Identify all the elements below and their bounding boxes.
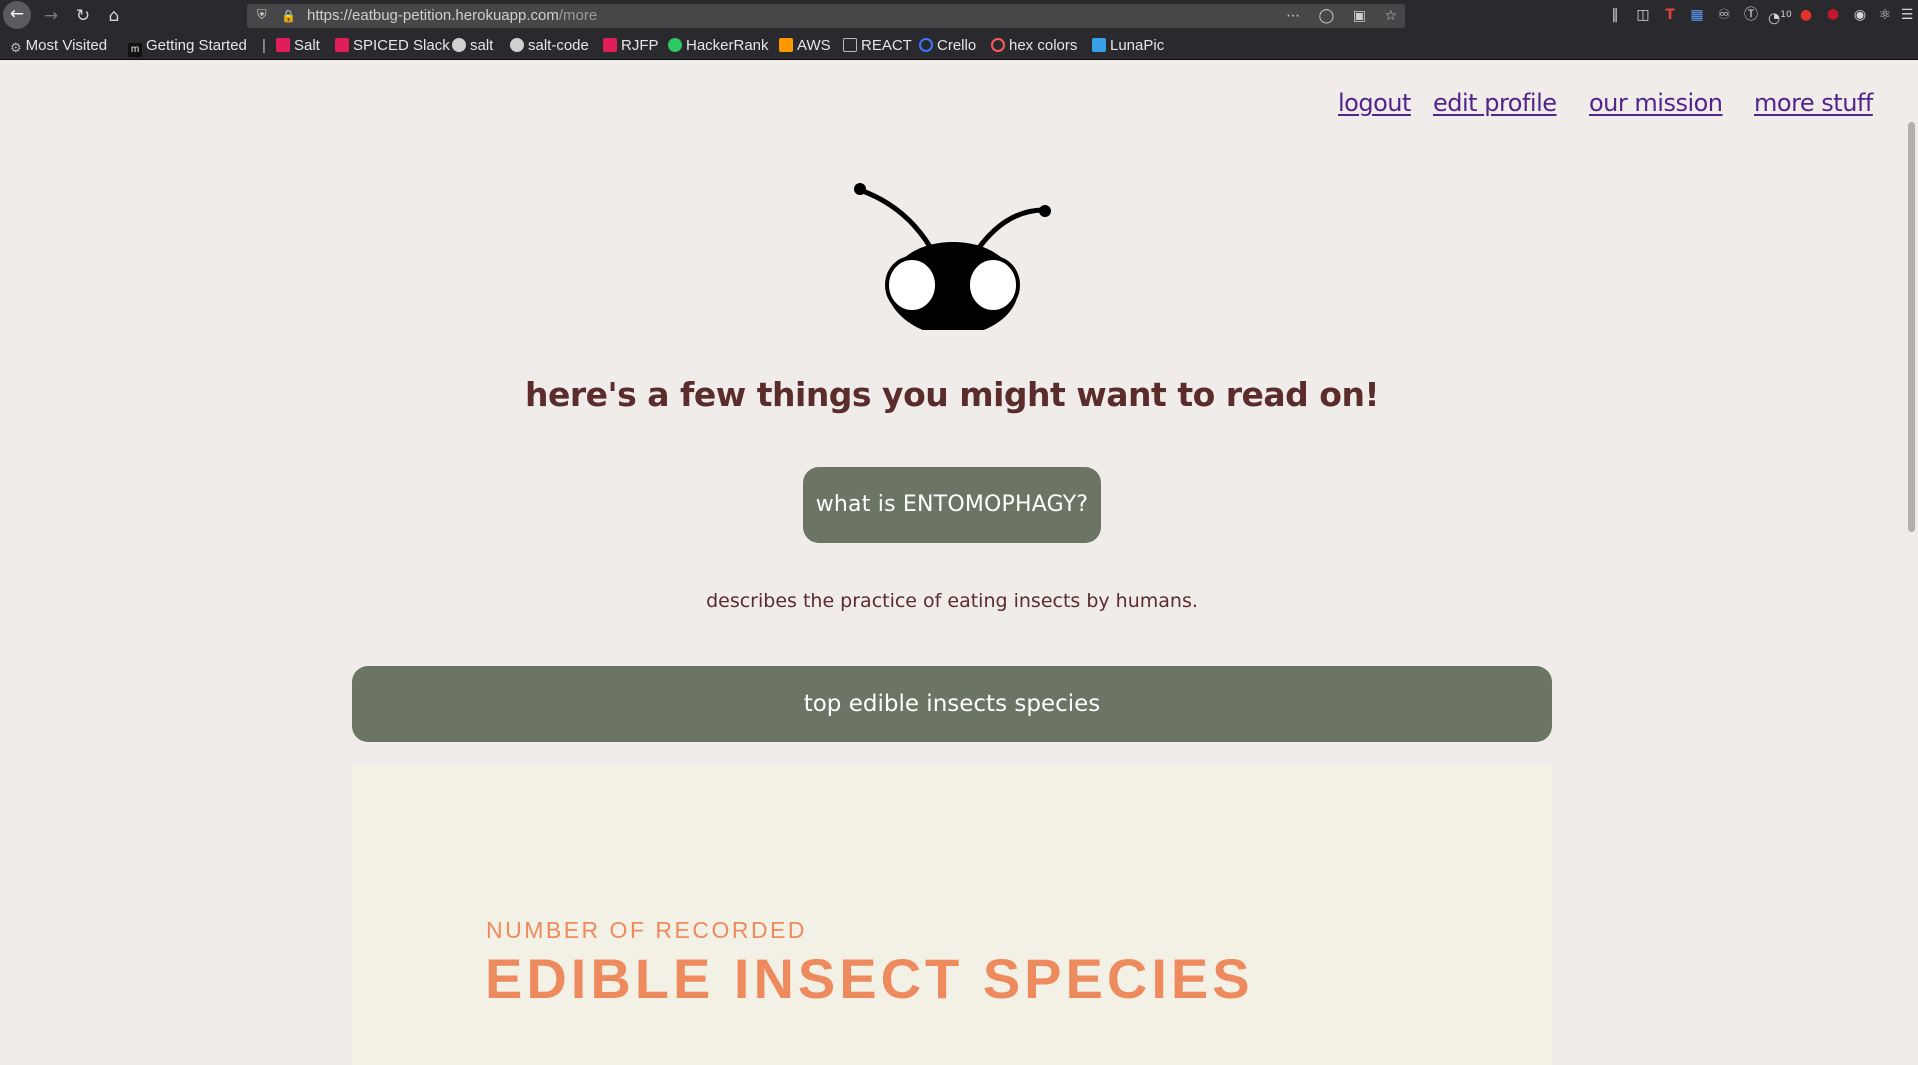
bookmark-label: REACT bbox=[861, 37, 912, 54]
github-icon bbox=[510, 38, 524, 52]
bookmark-most-visited[interactable]: ⚙ Most Visited bbox=[10, 31, 107, 60]
bookmark-hackerrank[interactable]: HackerRank bbox=[668, 31, 769, 60]
slack-icon bbox=[335, 38, 349, 52]
bookmark-label: SPICED Slack bbox=[353, 37, 450, 54]
edible-species-button[interactable]: top edible insects species bbox=[352, 666, 1552, 742]
gear-icon: ⚙ bbox=[10, 40, 22, 55]
bookmark-label: salt bbox=[470, 37, 494, 54]
ublock-icon[interactable]: ⬢ bbox=[1822, 4, 1844, 26]
bookmark-aws[interactable]: AWS bbox=[779, 31, 831, 60]
bookmark-react[interactable]: REACT bbox=[843, 31, 912, 60]
bookmark-label: Salt bbox=[294, 37, 320, 54]
lock-icon[interactable]: 🔒 bbox=[281, 4, 296, 28]
sync-icon[interactable]: ♾ bbox=[1713, 4, 1735, 26]
bookmark-hex-colors[interactable]: hex colors bbox=[991, 31, 1077, 60]
page-content: logout edit profile our mission more stu… bbox=[0, 60, 1918, 1065]
badge-count: 10 bbox=[1780, 10, 1792, 20]
entomophagy-description: describes the practice of eating insects… bbox=[706, 590, 1198, 612]
github-icon bbox=[452, 38, 466, 52]
bookmark-label: salt-code bbox=[528, 37, 589, 54]
aws-icon bbox=[779, 38, 793, 52]
page-scrollbar[interactable] bbox=[1904, 60, 1918, 987]
back-arrow-icon[interactable]: ← bbox=[3, 1, 31, 29]
reload-icon[interactable]: ↻ bbox=[70, 3, 96, 29]
sidebar-icon[interactable]: ◫ bbox=[1632, 4, 1654, 26]
bookmark-label: RJFP bbox=[621, 37, 659, 54]
url-host: https://eatbug-petition.herokuapp.com bbox=[307, 7, 559, 24]
bookmark-crello[interactable]: Crello bbox=[919, 31, 976, 60]
library-icon[interactable]: ‖ bbox=[1604, 4, 1626, 26]
page-heading: here's a few things you might want to re… bbox=[525, 375, 1380, 414]
bookmark-star-icon[interactable]: ☆ bbox=[1384, 8, 1397, 24]
more-actions-icon[interactable]: ⋯ bbox=[1286, 8, 1300, 24]
url-bar[interactable]: ⛨ 🔒 https://eatbug-petition.herokuapp.co… bbox=[247, 4, 1405, 28]
tomato-icon[interactable]: ● bbox=[1795, 4, 1817, 26]
entomophagy-button[interactable]: what is ENTOMOPHAGY? bbox=[803, 467, 1101, 543]
react-devtools-icon[interactable]: ⚛ bbox=[1874, 4, 1896, 26]
nav-more-stuff-link[interactable]: more stuff bbox=[1754, 89, 1873, 117]
slack-icon bbox=[603, 38, 617, 52]
shield-icon[interactable]: ⛨ bbox=[257, 4, 267, 28]
crello-icon bbox=[919, 38, 933, 52]
bookmark-lunapic[interactable]: LunaPic bbox=[1092, 31, 1164, 60]
account-icon[interactable]: ◉ bbox=[1849, 4, 1871, 26]
bookmarks-bar: ⚙ Most Visited m Getting Started | Salt SP… bbox=[0, 31, 1918, 60]
nav-logout-link[interactable]: logout bbox=[1338, 89, 1411, 117]
infographic-title: EDIBLE INSECT SPECIES bbox=[485, 947, 1254, 1010]
scroll-thumb[interactable] bbox=[1908, 122, 1915, 532]
bookmark-label: Getting Started bbox=[146, 37, 247, 54]
url-text[interactable]: https://eatbug-petition.herokuapp.com/mo… bbox=[307, 4, 597, 28]
infographic-panel: NUMBER OF RECORDED EDIBLE INSECT SPECIES bbox=[352, 765, 1552, 1065]
bookmark-rjfp[interactable]: RJFP bbox=[603, 31, 659, 60]
bookmark-separator: | bbox=[262, 37, 266, 54]
slack-icon bbox=[276, 38, 290, 52]
menu-icon[interactable]: ☰ bbox=[1896, 4, 1918, 26]
bookmark-label: HackerRank bbox=[686, 37, 769, 54]
nav-our-mission-link[interactable]: our mission bbox=[1589, 89, 1723, 117]
url-path: /more bbox=[558, 7, 598, 24]
pocket-icon[interactable]: ◯ bbox=[1319, 8, 1335, 24]
bookmark-salt-github[interactable]: salt bbox=[452, 31, 493, 60]
bookmark-spiced-slack[interactable]: SPICED Slack bbox=[335, 31, 450, 60]
bookmark-label: hex colors bbox=[1009, 37, 1078, 54]
bookmark-label: AWS bbox=[797, 37, 831, 54]
nav-edit-profile-link[interactable]: edit profile bbox=[1433, 89, 1557, 117]
url-actions: ⋯ ◯ ▣ ☆ bbox=[1272, 4, 1397, 28]
translate-icon[interactable]: ▦ bbox=[1686, 4, 1708, 26]
hackerrank-icon bbox=[668, 38, 682, 52]
bookmark-label: LunaPic bbox=[1110, 37, 1165, 54]
extension-t-icon[interactable]: T bbox=[1659, 4, 1681, 26]
forward-arrow-icon[interactable]: → bbox=[38, 3, 64, 29]
extension-w-icon[interactable]: Ⓣ bbox=[1740, 4, 1762, 26]
bookmark-getting-started[interactable]: m Getting Started bbox=[128, 31, 247, 60]
medium-icon: m bbox=[128, 43, 142, 57]
bug-head-logo bbox=[854, 183, 1051, 330]
bookmark-salt[interactable]: Salt bbox=[276, 31, 320, 60]
bookmark-label: Crello bbox=[937, 37, 977, 54]
infographic-subtitle: NUMBER OF RECORDED bbox=[486, 917, 808, 943]
hex-colors-icon bbox=[991, 38, 1005, 52]
folder-icon bbox=[843, 38, 857, 52]
pocket-ext-icon[interactable]: ◔10 bbox=[1768, 4, 1792, 30]
bookmark-salt-code[interactable]: salt-code bbox=[510, 31, 589, 60]
bookmark-label: Most Visited bbox=[25, 37, 108, 54]
home-icon[interactable]: ⌂ bbox=[101, 3, 127, 29]
browser-toolbar: ← → ↻ ⌂ ⛨ 🔒 https://eatbug-petition.hero… bbox=[0, 0, 1918, 31]
reader-view-icon[interactable]: ▣ bbox=[1353, 8, 1366, 24]
lunapic-icon bbox=[1092, 38, 1106, 52]
